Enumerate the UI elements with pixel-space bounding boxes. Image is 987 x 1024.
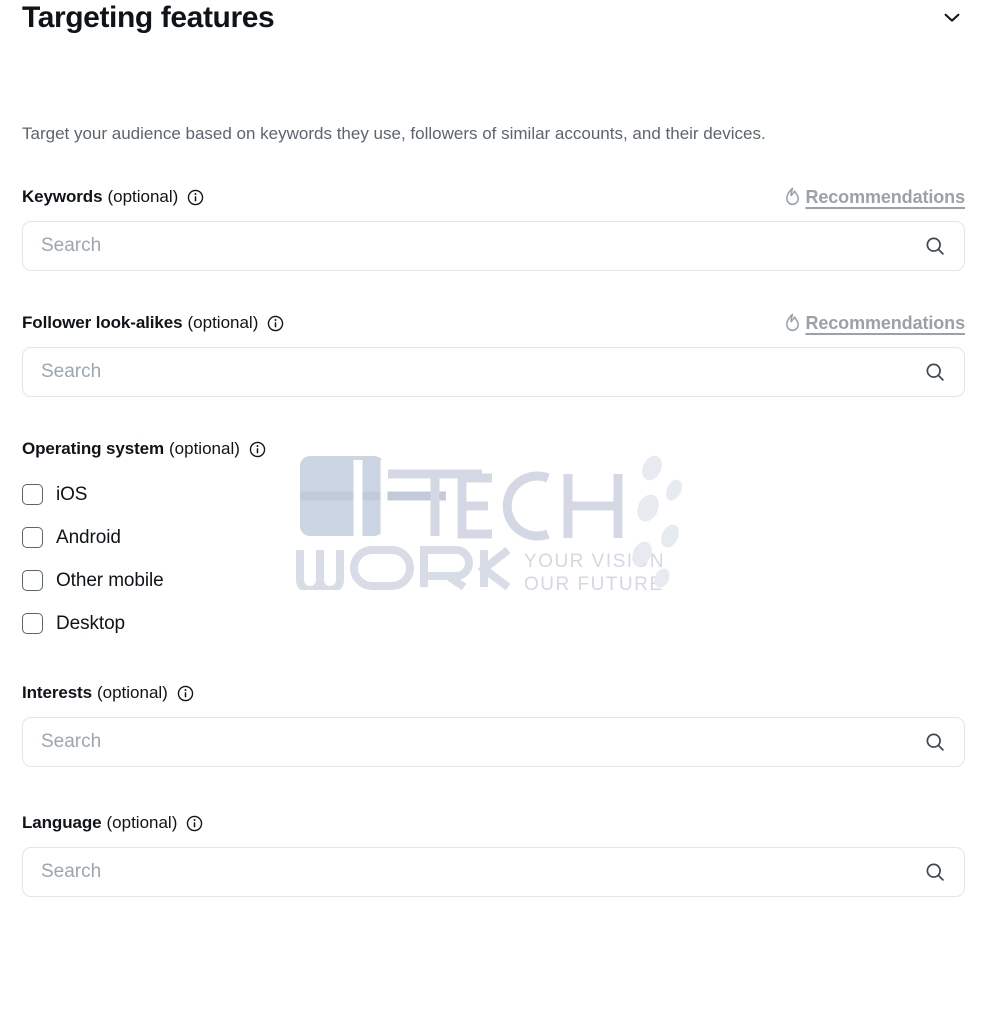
keywords-label-group: Keywords (optional)	[22, 187, 204, 207]
language-label: Language	[22, 813, 102, 832]
field-keywords: Keywords (optional) Recommendations	[22, 185, 965, 271]
keywords-recommendations-link[interactable]: Recommendations	[783, 187, 965, 208]
field-operating-system: Operating system (optional) iOS Android	[22, 437, 965, 645]
checkbox-label-android: Android	[56, 526, 121, 548]
field-follower-look-alikes: Follower look-alikes (optional) Recommen…	[22, 311, 965, 397]
checkbox-row-desktop[interactable]: Desktop	[22, 602, 965, 645]
page-title: Targeting features	[22, 1, 275, 34]
targeting-features-panel: Targeting features Target your audience …	[0, 0, 987, 897]
checkbox-ios[interactable]	[22, 484, 43, 505]
checkbox-row-android[interactable]: Android	[22, 516, 965, 559]
field-interests: Interests (optional)	[22, 681, 965, 767]
follower-look-alikes-search-box[interactable]	[22, 347, 965, 397]
language-search-input[interactable]	[23, 848, 924, 896]
follower-look-alikes-search-input[interactable]	[23, 348, 924, 396]
recommendations-label: Recommendations	[805, 312, 965, 333]
language-optional-tag: (optional)	[106, 813, 178, 832]
interests-search-box[interactable]	[22, 717, 965, 767]
interests-label-group: Interests (optional)	[22, 683, 194, 703]
follower-look-alikes-label: Follower look-alikes	[22, 313, 183, 332]
search-icon[interactable]	[924, 731, 946, 753]
follower-look-alikes-label-row: Follower look-alikes (optional) Recommen…	[22, 311, 965, 335]
info-icon[interactable]	[249, 441, 266, 458]
search-icon[interactable]	[924, 361, 946, 383]
checkbox-row-ios[interactable]: iOS	[22, 473, 965, 516]
checkbox-label-other-mobile: Other mobile	[56, 569, 164, 591]
flame-icon	[783, 187, 802, 208]
search-icon[interactable]	[924, 861, 946, 883]
info-icon[interactable]	[267, 315, 284, 332]
language-label-row: Language (optional)	[22, 811, 965, 835]
checkbox-label-desktop: Desktop	[56, 612, 126, 634]
keywords-label: Keywords	[22, 187, 103, 206]
checkbox-other-mobile[interactable]	[22, 570, 43, 591]
checkbox-row-other-mobile[interactable]: Other mobile	[22, 559, 965, 602]
operating-system-label: Operating system	[22, 439, 165, 458]
panel-header: Targeting features	[22, 0, 965, 46]
language-label-group: Language (optional)	[22, 813, 203, 833]
chevron-down-icon[interactable]	[937, 2, 967, 32]
recommendations-label: Recommendations	[805, 186, 965, 207]
flame-icon	[783, 313, 802, 334]
keywords-search-box[interactable]	[22, 221, 965, 271]
checkbox-desktop[interactable]	[22, 613, 43, 634]
interests-search-input[interactable]	[23, 718, 924, 766]
operating-system-label-row: Operating system (optional)	[22, 437, 965, 461]
keywords-search-input[interactable]	[23, 222, 924, 270]
language-search-box[interactable]	[22, 847, 965, 897]
checkbox-label-ios: iOS	[56, 483, 88, 505]
search-icon[interactable]	[924, 235, 946, 257]
interests-optional-tag: (optional)	[96, 683, 168, 702]
checkbox-android[interactable]	[22, 527, 43, 548]
info-icon[interactable]	[177, 685, 194, 702]
follower-look-alikes-label-group: Follower look-alikes (optional)	[22, 313, 284, 333]
operating-system-label-group: Operating system (optional)	[22, 439, 266, 459]
follower-look-alikes-recommendations-link[interactable]: Recommendations	[783, 313, 965, 334]
operating-system-optional-tag: (optional)	[169, 439, 240, 458]
info-icon[interactable]	[186, 815, 203, 832]
interests-label-row: Interests (optional)	[22, 681, 965, 705]
interests-label: Interests	[22, 683, 92, 702]
info-icon[interactable]	[187, 189, 204, 206]
panel-description: Target your audience based on keywords t…	[22, 124, 766, 143]
follower-look-alikes-optional-tag: (optional)	[187, 313, 259, 332]
keywords-optional-tag: (optional)	[107, 187, 179, 206]
field-language: Language (optional)	[22, 811, 965, 897]
keywords-label-row: Keywords (optional) Recommendations	[22, 185, 965, 209]
operating-system-options: iOS Android Other mobile Desktop	[22, 473, 965, 645]
